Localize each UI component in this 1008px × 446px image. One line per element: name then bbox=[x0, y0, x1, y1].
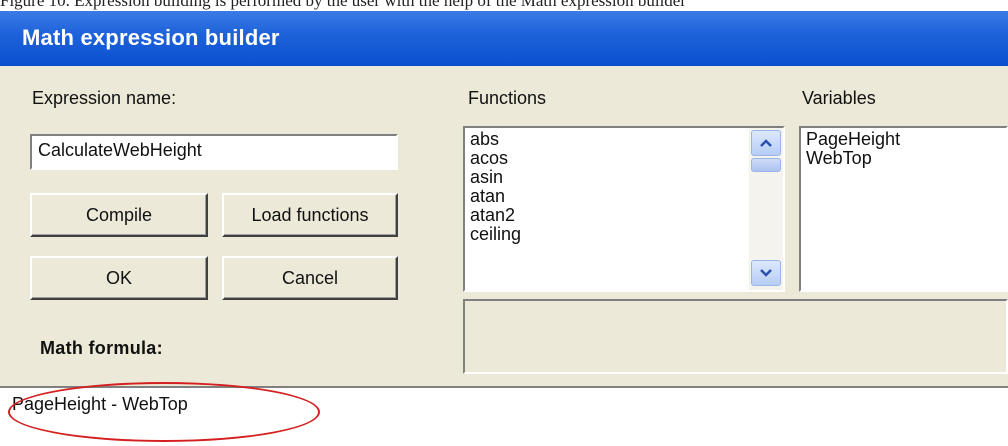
title-bar[interactable]: Math expression builder bbox=[0, 11, 1008, 66]
function-item[interactable]: acos bbox=[470, 149, 743, 168]
variable-item[interactable]: WebTop bbox=[806, 149, 1006, 168]
scroll-down-icon bbox=[760, 269, 772, 277]
variables-label: Variables bbox=[802, 88, 876, 108]
variable-item[interactable]: PageHeight bbox=[806, 130, 1006, 149]
ok-button[interactable]: OK bbox=[30, 256, 208, 300]
top-text-strip: Figure 10. Expression building is perfor… bbox=[0, 0, 1008, 11]
expression-name-label: Expression name: bbox=[32, 88, 177, 108]
cancel-button[interactable]: Cancel bbox=[222, 256, 398, 300]
math-formula-label: Math formula: bbox=[40, 338, 163, 358]
function-item[interactable]: asin bbox=[470, 168, 743, 187]
scroll-down-button[interactable] bbox=[751, 260, 781, 286]
load-functions-button[interactable]: Load functions bbox=[222, 193, 398, 237]
functions-listbox[interactable]: abs acos asin atan atan2 ceiling bbox=[463, 126, 785, 292]
annotation-ellipse bbox=[8, 382, 320, 442]
function-item[interactable]: abs bbox=[470, 130, 743, 149]
function-description-panel bbox=[463, 299, 1008, 374]
function-item[interactable]: ceiling bbox=[470, 225, 743, 244]
scroll-up-button[interactable] bbox=[751, 130, 781, 156]
scroll-up-icon bbox=[760, 139, 772, 147]
dialog-client-area: Expression name: CalculateWebHeight Comp… bbox=[0, 66, 1008, 446]
window-title: Math expression builder bbox=[22, 25, 280, 50]
variables-listbox[interactable]: PageHeight WebTop bbox=[799, 126, 1008, 292]
caption-text: Figure 10. Expression building is perfor… bbox=[0, 0, 687, 10]
scroll-thumb[interactable] bbox=[751, 158, 781, 172]
compile-button[interactable]: Compile bbox=[30, 193, 208, 237]
expression-name-input[interactable]: CalculateWebHeight bbox=[30, 134, 398, 170]
function-item[interactable]: atan2 bbox=[470, 206, 743, 225]
function-item[interactable]: atan bbox=[470, 187, 743, 206]
functions-label: Functions bbox=[468, 88, 547, 108]
functions-scrollbar[interactable] bbox=[749, 128, 783, 290]
